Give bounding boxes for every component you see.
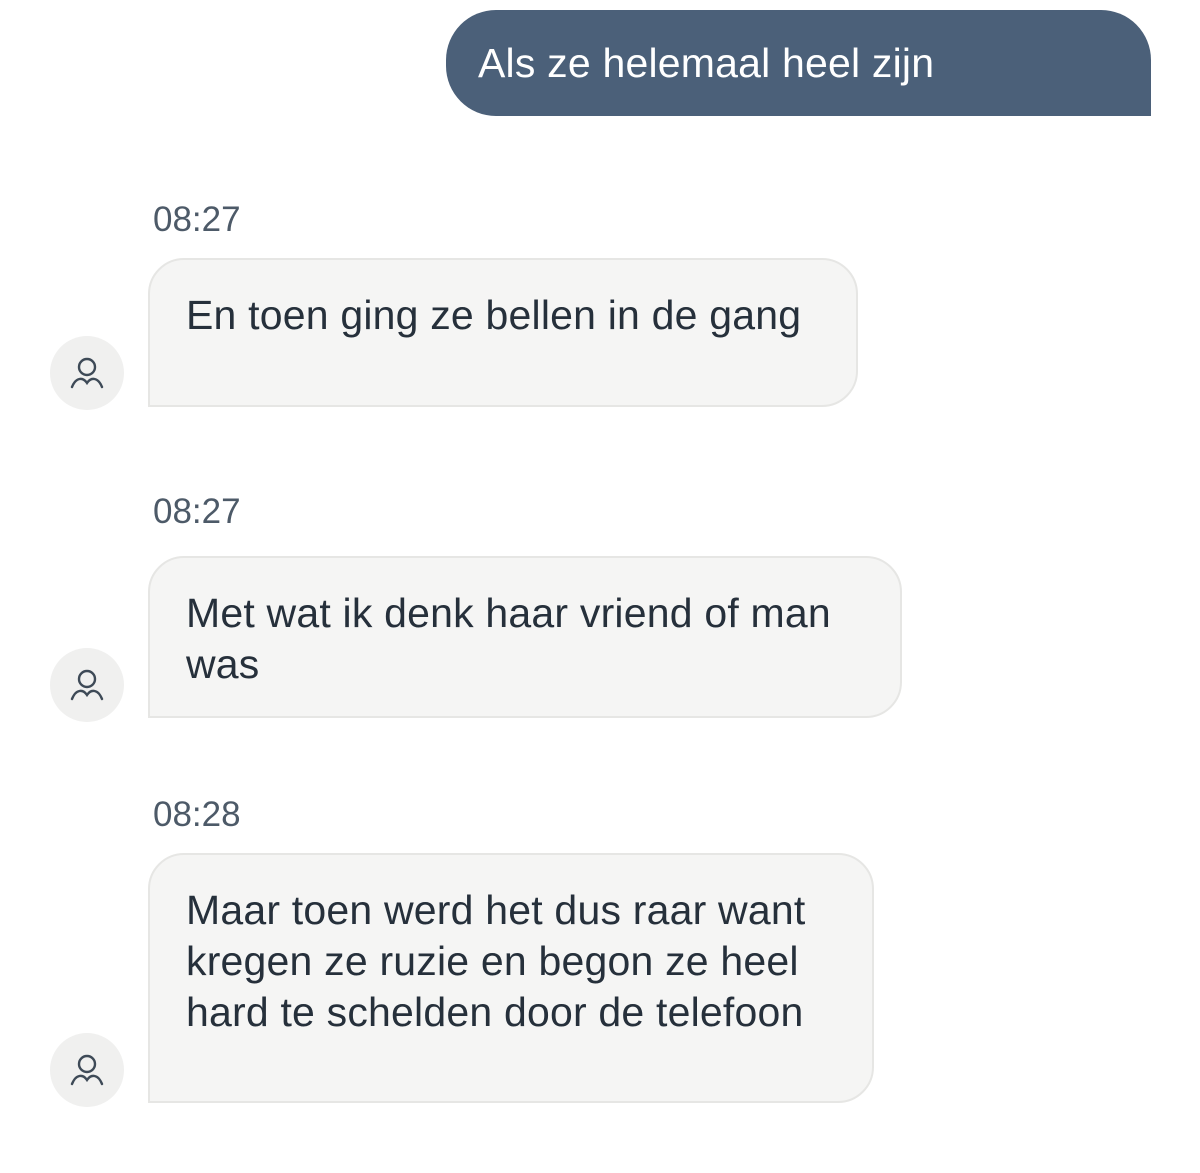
sent-message-bubble[interactable]: Als ze helemaal heel zijn <box>446 10 1151 116</box>
user-icon <box>70 669 104 701</box>
message-timestamp: 08:27 <box>153 200 241 239</box>
received-message-text: Maar toen werd het dus raar want kregen … <box>186 887 806 1035</box>
received-message-bubble[interactable]: Met wat ik denk haar vriend of man was <box>148 556 902 718</box>
avatar[interactable] <box>50 648 124 722</box>
sent-message-text: Als ze helemaal heel zijn <box>478 39 935 86</box>
message-timestamp: 08:28 <box>153 795 241 834</box>
received-message-text: En toen ging ze bellen in de gang <box>186 292 802 338</box>
avatar[interactable] <box>50 336 124 410</box>
received-message-text: Met wat ik denk haar vriend of man was <box>186 590 831 687</box>
user-icon <box>70 357 104 389</box>
user-icon <box>70 1054 104 1086</box>
message-timestamp: 08:27 <box>153 492 241 531</box>
received-message-bubble[interactable]: Maar toen werd het dus raar want kregen … <box>148 853 874 1103</box>
avatar[interactable] <box>50 1033 124 1107</box>
received-message-bubble[interactable]: En toen ging ze bellen in de gang <box>148 258 858 407</box>
